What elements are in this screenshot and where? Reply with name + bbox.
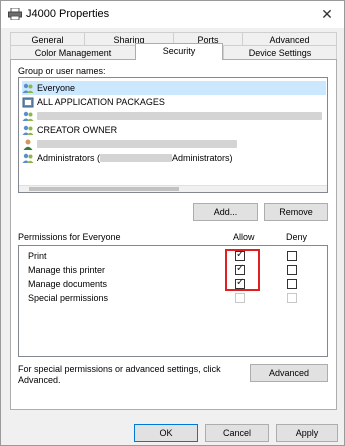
group-icon	[22, 153, 34, 163]
allow-highlight-box	[225, 249, 260, 291]
close-button[interactable]: ✕	[316, 4, 338, 24]
advanced-button[interactable]: Advanced	[250, 364, 328, 382]
remove-button[interactable]: Remove	[264, 203, 328, 221]
title-bar: J4000 Properties ✕	[1, 1, 344, 28]
tab-security[interactable]: Security	[135, 43, 223, 60]
permission-manage-printer-label: Manage this printer	[28, 265, 106, 275]
permission-print-label: Print	[28, 251, 47, 261]
horizontal-scrollbar[interactable]	[19, 185, 327, 192]
tab-color-management[interactable]: Color Management	[10, 45, 136, 60]
permission-special-label: Special permissions	[28, 293, 109, 303]
group-icon	[22, 111, 34, 121]
cancel-button[interactable]: Cancel	[205, 424, 269, 442]
redacted-user-name	[37, 112, 322, 120]
apply-button[interactable]: Apply	[276, 424, 338, 442]
group-label: Group or user names:	[18, 66, 106, 76]
user-list[interactable]: Everyone ALL APPLICATION PACKAGES CREATO…	[18, 77, 328, 193]
group-icon	[22, 83, 34, 93]
tab-device-settings[interactable]: Device Settings	[223, 45, 337, 60]
list-item[interactable]	[22, 109, 322, 123]
allow-column-header: Allow	[233, 232, 255, 242]
user-icon	[23, 139, 33, 150]
permission-manage-documents-label: Manage documents	[28, 279, 108, 289]
close-icon: ✕	[321, 6, 333, 22]
group-icon	[22, 125, 34, 135]
special-permissions-text: For special permissions or advanced sett…	[18, 364, 221, 374]
deny-special-checkbox	[287, 293, 297, 303]
list-item[interactable]: Everyone	[22, 81, 326, 95]
list-item[interactable]	[22, 137, 237, 151]
allow-special-checkbox	[235, 293, 245, 303]
scrollbar-thumb[interactable]	[29, 187, 179, 191]
list-item[interactable]: ALL APPLICATION PACKAGES	[22, 95, 165, 109]
list-item[interactable]: CREATOR OWNER	[22, 123, 117, 137]
window-title: J4000 Properties	[26, 8, 110, 20]
redacted-user-name	[37, 140, 237, 148]
properties-dialog: J4000 Properties ✕ General Sharing Ports…	[0, 0, 345, 446]
permissions-label: Permissions for Everyone	[18, 232, 121, 242]
add-button[interactable]: Add...	[193, 203, 258, 221]
redacted-machine-name	[100, 154, 173, 162]
printer-icon	[8, 8, 22, 20]
deny-manage-documents-checkbox[interactable]	[287, 279, 297, 289]
deny-column-header: Deny	[286, 232, 308, 242]
special-permissions-text-2: Advanced.	[18, 375, 61, 385]
package-icon	[22, 97, 34, 107]
ok-button[interactable]: OK	[134, 424, 198, 442]
deny-manage-printer-checkbox[interactable]	[287, 265, 297, 275]
list-item[interactable]: Administrators ( Administrators)	[22, 151, 233, 165]
deny-print-checkbox[interactable]	[287, 251, 297, 261]
permissions-list: Print Manage this printer Manage documen…	[18, 245, 328, 357]
